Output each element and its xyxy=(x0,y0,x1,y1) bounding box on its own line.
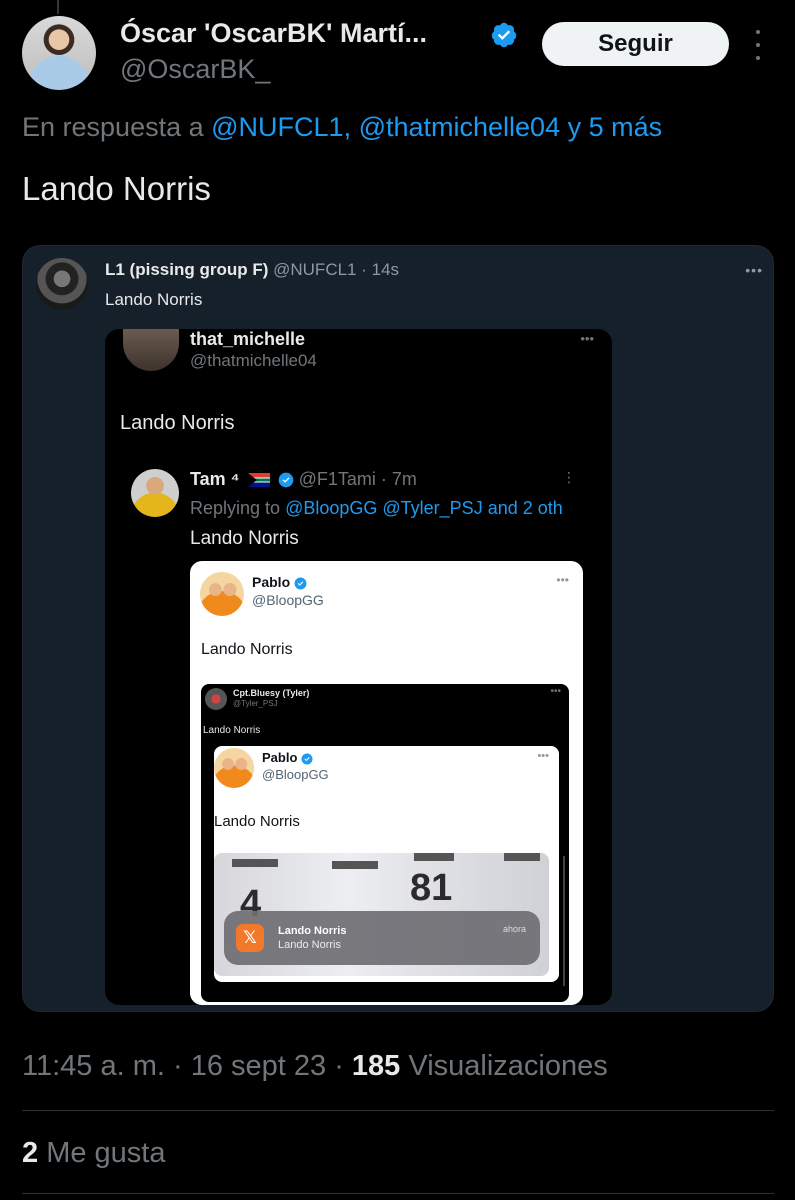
cpt-more-icon: ••• xyxy=(550,686,561,697)
race-number-right: 81 xyxy=(410,867,453,909)
cpt-handle: @Tyler_PSJ xyxy=(233,699,278,708)
tami-more-icon: ⋮ xyxy=(562,469,576,485)
reply-prefix: En respuesta a xyxy=(22,112,204,142)
l1-more-icon: ••• xyxy=(745,262,763,278)
l1-header: L1 (pissing group F) @NUFCL1 · 14s xyxy=(105,260,399,280)
views-label: Visualizaciones xyxy=(400,1050,608,1082)
cpt-text: Lando Norris xyxy=(203,725,261,736)
pablo2-more-icon: ••• xyxy=(537,750,549,762)
tweet-timestamp: 11:45 a. m. · 16 sept 23 · 185 Visualiza… xyxy=(22,1050,608,1083)
pablo2-avatar xyxy=(214,748,254,788)
more-icon[interactable] xyxy=(752,30,764,60)
reply-mentions-link[interactable]: @NUFCL1, @thatmichelle04 y 5 más xyxy=(211,112,662,142)
tweet-text: Lando Norris xyxy=(22,170,211,207)
pablo-avatar xyxy=(200,572,244,616)
tami-header: Tam ⁴ @F1Tami · 7m xyxy=(190,469,417,490)
tami-avatar xyxy=(131,469,179,517)
l1-meta: @NUFCL1 · 14s xyxy=(273,260,400,279)
follow-button[interactable]: Seguir xyxy=(542,22,729,66)
tweet-media-screenshot[interactable]: L1 (pissing group F) @NUFCL1 · 14s ••• L… xyxy=(22,245,774,1012)
michelle-more-icon: ••• xyxy=(580,331,594,346)
flag-icon xyxy=(247,473,270,488)
pablo-card: Pablo @BloopGG ••• Lando Norris Cpt.Blue… xyxy=(190,561,583,1005)
notification-title: Lando Norris xyxy=(278,925,347,937)
tami-reply-context: Replying to @BloopGG @Tyler_PSJ and 2 ot… xyxy=(190,498,563,519)
tami-text: Lando Norris xyxy=(190,528,299,549)
divider xyxy=(22,1193,774,1194)
time-date[interactable]: 11:45 a. m. · 16 sept 23 · xyxy=(22,1050,352,1082)
nested-screenshot: that_michelle @thatmichelle04 ••• Lando … xyxy=(105,329,612,1005)
michelle-avatar xyxy=(123,329,179,371)
tweet-header: Óscar 'OscarBK' Martí... @OscarBK_ Segui… xyxy=(22,16,782,96)
avatar[interactable] xyxy=(22,16,96,90)
michelle-text: Lando Norris xyxy=(120,412,235,434)
tami-reply-mentions: @BloopGG @Tyler_PSJ and 2 oth xyxy=(285,498,563,518)
views-count: 185 xyxy=(351,1050,401,1082)
x-logo-icon: 𝕏 xyxy=(236,924,264,952)
tami-meta: @F1Tami · 7m xyxy=(298,469,417,489)
cpt-name: Cpt.Bluesy (Tyler) xyxy=(233,688,310,698)
thread-line xyxy=(57,0,59,14)
handle[interactable]: @OscarBK_ xyxy=(120,54,270,85)
cpt-screenshot: Cpt.Bluesy (Tyler) @Tyler_PSJ ••• Lando … xyxy=(201,684,569,1002)
verified-icon xyxy=(491,22,517,48)
michelle-name: that_michelle xyxy=(190,329,306,349)
pablo2-text: Lando Norris xyxy=(214,813,300,830)
pablo2-handle: @BloopGG xyxy=(262,767,329,782)
sponsor-strip xyxy=(332,861,378,869)
display-name[interactable]: Óscar 'OscarBK' Martí... xyxy=(120,18,427,49)
likes-label: Me gusta xyxy=(38,1137,166,1169)
sponsor-strip xyxy=(232,859,278,867)
pablo2-header: Pablo xyxy=(262,750,313,765)
pablo2-card: Pablo @BloopGG ••• Lando Norris 4 81 𝕏 L… xyxy=(214,746,559,982)
verified-icon xyxy=(278,472,293,488)
pablo-header: Pablo xyxy=(252,574,307,590)
verified-icon xyxy=(301,753,313,765)
cpt-avatar xyxy=(205,688,227,710)
pablo-more-icon: ••• xyxy=(556,573,569,587)
likes-stat[interactable]: 2 Me gusta xyxy=(22,1137,165,1170)
verified-icon xyxy=(294,577,307,590)
tami-reply-prefix: Replying to xyxy=(190,498,281,518)
reply-context: En respuesta a @NUFCL1, @thatmichelle04 … xyxy=(22,112,662,143)
sponsor-strip xyxy=(504,853,540,861)
likes-count: 2 xyxy=(22,1137,39,1169)
divider xyxy=(22,1110,774,1111)
l1-text: Lando Norris xyxy=(105,290,203,309)
push-notification: 𝕏 Lando Norris Lando Norris ahora xyxy=(224,911,540,965)
sponsor-strip xyxy=(414,853,454,861)
l1-name: L1 (pissing group F) xyxy=(105,260,269,279)
michelle-handle: @thatmichelle04 xyxy=(190,351,317,370)
pablo-handle: @BloopGG xyxy=(252,592,324,608)
scrollbar xyxy=(563,856,565,986)
racing-suit-photo: 4 81 𝕏 Lando Norris Lando Norris ahora xyxy=(214,853,549,976)
l1-avatar xyxy=(36,258,88,310)
tami-name: Tam ⁴ xyxy=(190,469,240,489)
notification-body: Lando Norris xyxy=(278,939,341,951)
pablo-text: Lando Norris xyxy=(201,641,293,658)
pablo-name: Pablo xyxy=(252,574,291,590)
notification-time: ahora xyxy=(502,924,526,934)
pablo2-name: Pablo xyxy=(262,750,298,765)
